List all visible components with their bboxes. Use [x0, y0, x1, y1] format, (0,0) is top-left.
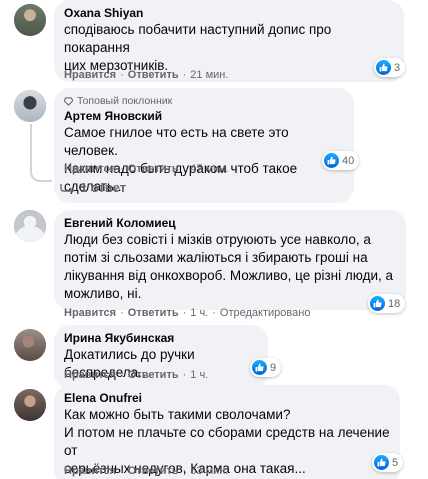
- comment-actions: Нравится · Ответить · 21 мин.: [64, 68, 228, 82]
- reaction-count: 18: [388, 297, 401, 310]
- diamond-icon: [64, 96, 73, 106]
- timestamp[interactable]: 53 мин.: [190, 464, 228, 478]
- reaction-count: 3: [394, 61, 401, 74]
- avatar[interactable]: [14, 329, 46, 361]
- author-name[interactable]: Elena Onufrei: [64, 391, 390, 406]
- replies-count: 1 ответ: [80, 180, 127, 195]
- like-thumb-icon: [324, 153, 339, 168]
- timestamp[interactable]: 1 ч.: [190, 368, 208, 382]
- comment: Топовый поклонник Артем Яновский Самое г…: [0, 84, 428, 203]
- comment-text: сподіваюсь побачити наступний допис про …: [64, 22, 332, 73]
- separator: ·: [182, 369, 187, 381]
- edited-label: Отредактировано: [219, 307, 311, 319]
- reply-link[interactable]: Ответить: [128, 368, 179, 382]
- like-thumb-icon: [376, 60, 391, 75]
- author-name[interactable]: Евгений Коломиец: [64, 216, 396, 231]
- reaction-count-pill[interactable]: 3: [374, 58, 406, 77]
- reply-link[interactable]: Ответить: [128, 464, 179, 478]
- avatar[interactable]: [14, 90, 46, 122]
- comment: Ирина Якубинская Докатились до ручки бес…: [0, 323, 428, 389]
- comment-actions: Нравится · Ответить · 53 мин.: [64, 464, 228, 478]
- author-name[interactable]: Ирина Якубинская: [64, 331, 258, 346]
- comment-bubble: Евгений Коломиец Люди без совісті і мізк…: [54, 210, 406, 310]
- like-link[interactable]: Нравится: [64, 162, 116, 176]
- reply-arrow-icon: [60, 183, 74, 193]
- like-link[interactable]: Нравится: [64, 306, 116, 320]
- like-link[interactable]: Нравится: [64, 368, 116, 382]
- separator: ·: [120, 307, 124, 319]
- avatar[interactable]: [14, 210, 46, 242]
- separator: ·: [120, 465, 124, 477]
- reaction-count: 9: [270, 361, 277, 374]
- like-thumb-icon: [370, 296, 385, 311]
- reply-link[interactable]: Ответить: [128, 306, 179, 320]
- comment: Elena Onufrei Как можно быть такими свол…: [0, 385, 428, 479]
- comment-actions: Нравится · Ответить · 1 ч. · Отредактиро…: [64, 306, 310, 320]
- timestamp[interactable]: 47 мин.: [190, 162, 228, 176]
- avatar[interactable]: [14, 389, 46, 421]
- comment: Евгений Коломиец Люди без совісті і мізк…: [0, 210, 428, 330]
- separator: ·: [120, 369, 124, 381]
- reaction-count-pill[interactable]: 18: [368, 294, 406, 313]
- reaction-count: 40: [342, 154, 355, 167]
- comment-actions: Нравится · Ответить · 47 мин.: [64, 162, 228, 176]
- thread-connector: [30, 124, 52, 182]
- like-link[interactable]: Нравится: [64, 68, 116, 82]
- reaction-count-pill[interactable]: 5: [372, 453, 404, 472]
- badge-label: Топовый поклонник: [77, 95, 173, 107]
- reaction-count-pill[interactable]: 9: [250, 358, 282, 377]
- like-thumb-icon: [374, 455, 389, 470]
- avatar[interactable]: [14, 4, 46, 36]
- reaction-count-pill[interactable]: 40: [322, 151, 360, 170]
- separator: ·: [182, 69, 187, 81]
- reply-link[interactable]: Ответить: [128, 68, 179, 82]
- reply-link[interactable]: Ответить: [128, 162, 179, 176]
- separator: ·: [182, 163, 187, 175]
- timestamp[interactable]: 1 ч.: [190, 306, 208, 320]
- separator: ·: [120, 69, 124, 81]
- view-replies-link[interactable]: 1 ответ: [60, 180, 126, 195]
- separator: ·: [182, 465, 187, 477]
- separator: ·: [212, 307, 216, 319]
- author-name[interactable]: Артем Яновский: [64, 109, 344, 124]
- fan-badge[interactable]: Топовый поклонник: [64, 94, 344, 108]
- comment-actions: Нравится · Ответить · 1 ч.: [64, 368, 208, 382]
- reaction-count: 5: [392, 456, 399, 469]
- timestamp[interactable]: 21 мин.: [190, 68, 228, 82]
- comment-text: Люди без совісті і мізків отруюють усе н…: [64, 232, 393, 301]
- separator: ·: [182, 307, 187, 319]
- comment: Oxana Shiyan сподіваюсь побачити наступн…: [0, 0, 428, 82]
- author-name[interactable]: Oxana Shiyan: [64, 6, 394, 21]
- separator: ·: [120, 163, 124, 175]
- like-link[interactable]: Нравится: [64, 464, 116, 478]
- like-thumb-icon: [252, 360, 267, 375]
